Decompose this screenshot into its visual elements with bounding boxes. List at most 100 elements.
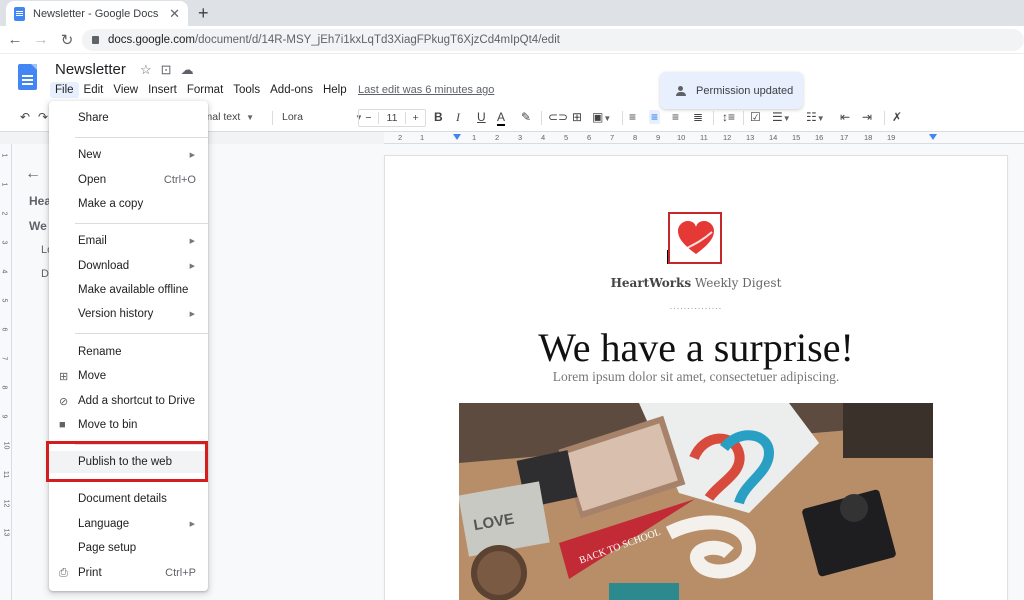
document-page[interactable]: HeartWorks Weekly Digest ...............… <box>385 156 1007 600</box>
menu-item-share[interactable]: Share <box>49 107 208 129</box>
menu-item-move[interactable]: ⊞ Move <box>49 365 208 387</box>
reload-icon[interactable]: ↻ <box>56 31 78 49</box>
ruler-number: 2 <box>398 133 403 142</box>
close-tab-icon[interactable]: ✕ <box>169 6 180 22</box>
ruler-number: 7 <box>0 356 8 361</box>
numbered-list-icon[interactable]: ☷▼ <box>806 110 825 124</box>
menu-format[interactable]: Format <box>182 82 228 98</box>
new-tab-button[interactable]: + <box>198 3 209 24</box>
undo-icon[interactable]: ↶ <box>20 110 30 124</box>
menu-item-email[interactable]: Email ▶ <box>49 230 208 252</box>
menu-file[interactable]: File <box>50 82 79 98</box>
checklist-icon[interactable]: ☑ <box>750 110 761 124</box>
heartworks-logo[interactable] <box>668 212 722 264</box>
clear-formatting-icon[interactable]: ✗ <box>892 110 902 124</box>
back-icon[interactable]: ← <box>4 31 26 48</box>
align-center-icon[interactable]: ≡ <box>649 110 661 124</box>
menu-view[interactable]: View <box>108 82 143 98</box>
last-edit-link[interactable]: Last edit was 6 minutes ago <box>358 84 494 96</box>
vertical-ruler[interactable]: 1 1 2 3 4 5 6 7 8 9 10 11 12 13 <box>0 144 12 600</box>
menu-insert[interactable]: Insert <box>143 82 182 98</box>
ruler-number: 2 <box>495 133 500 142</box>
underline-icon[interactable]: U <box>477 110 486 124</box>
menu-item-make-copy[interactable]: Make a copy <box>49 193 208 215</box>
menu-addons[interactable]: Add-ons <box>265 82 318 98</box>
menu-help[interactable]: Help <box>318 82 352 98</box>
comment-icon[interactable]: ⊞ <box>572 110 582 124</box>
outline-item[interactable]: D <box>41 268 49 280</box>
left-indent-marker[interactable] <box>453 134 461 140</box>
ruler-number: 6 <box>587 133 592 142</box>
increase-font-size-button[interactable]: + <box>406 112 425 124</box>
menu-item-version-history[interactable]: Version history ▶ <box>49 303 208 325</box>
redo-icon[interactable]: ↷ <box>38 110 48 124</box>
menu-tools[interactable]: Tools <box>228 82 265 98</box>
text-color-icon[interactable]: A <box>497 110 506 126</box>
menu-item-label: Open <box>78 174 107 186</box>
insert-image-icon[interactable]: ▣▼ <box>592 110 611 124</box>
address-bar-row: ← → ↻ docs.google.com/document/d/14R-MSY… <box>0 26 1024 54</box>
move-folder-icon[interactable]: ⊡ <box>161 62 172 78</box>
menu-item-open[interactable]: Open Ctrl+O <box>49 169 208 191</box>
menu-item-label: Print <box>78 567 102 579</box>
browser-tab[interactable]: Newsletter - Google Docs ✕ <box>6 1 188 26</box>
menu-bar: File Edit View Insert Format Tools Add-o… <box>50 82 352 98</box>
url-domain: docs.google.com <box>108 34 195 46</box>
menu-item-move-to-bin[interactable]: ■ Move to bin <box>49 414 208 436</box>
menu-item-add-shortcut[interactable]: ⊘ Add a shortcut to Drive <box>49 390 208 412</box>
horizontal-ruler[interactable]: 2 1 1 2 3 4 5 6 7 8 9 10 11 12 13 14 15 16 17 18 19 <box>384 132 1024 144</box>
menu-item-document-details[interactable]: Document details <box>49 488 208 510</box>
toolbar-divider <box>272 111 273 125</box>
menu-item-rename[interactable]: Rename <box>49 341 208 363</box>
italic-icon[interactable]: I <box>456 110 460 125</box>
hero-image[interactable]: LOVE BACK TO SCHOOL <box>459 403 933 600</box>
url-input[interactable]: docs.google.com/document/d/14R-MSY_jEh7i… <box>82 29 1024 51</box>
menu-divider <box>75 223 208 224</box>
caret-down-icon: ▼ <box>246 113 255 122</box>
menu-item-publish-to-web[interactable]: Publish to the web <box>49 451 208 473</box>
link-icon[interactable]: ⊂⊃ <box>548 110 568 124</box>
outline-item[interactable]: Hea <box>29 194 51 208</box>
align-left-icon[interactable]: ≡ <box>629 110 636 124</box>
docs-logo-icon[interactable] <box>18 64 37 90</box>
align-right-icon[interactable]: ≡ <box>672 110 679 124</box>
menu-item-label: Add a shortcut to Drive <box>78 395 195 407</box>
decrease-indent-icon[interactable]: ⇤ <box>840 110 850 124</box>
menu-edit[interactable]: Edit <box>79 82 109 98</box>
right-indent-marker[interactable] <box>929 134 937 140</box>
toast-text: Permission updated <box>696 84 794 97</box>
close-outline-icon[interactable]: ← <box>25 165 41 183</box>
ruler-number: 10 <box>2 441 10 450</box>
menu-item-offline[interactable]: Make available offline <box>49 279 208 301</box>
menu-item-page-setup[interactable]: Page setup <box>49 537 208 559</box>
toolbar-divider <box>884 111 885 125</box>
font-size-input[interactable]: 11 <box>377 112 407 124</box>
menu-item-download[interactable]: Download ▶ <box>49 255 208 277</box>
highlight-color-icon[interactable]: ✎ <box>521 110 531 124</box>
cloud-status-icon[interactable]: ☁ <box>181 62 194 78</box>
bold-icon[interactable]: B <box>434 110 443 124</box>
menu-item-label: Email <box>78 235 107 247</box>
ruler-number: 1 <box>0 182 8 187</box>
trash-icon: ■ <box>59 419 66 431</box>
paragraph-style-dropdown[interactable]: rmal text ▼ <box>200 111 254 123</box>
menu-item-new[interactable]: New ▶ <box>49 144 208 166</box>
ruler-number: 17 <box>840 133 849 142</box>
shortcut-label: Ctrl+O <box>163 174 196 186</box>
star-icon[interactable]: ☆ <box>140 62 152 78</box>
menu-item-language[interactable]: Language ▶ <box>49 513 208 535</box>
forward-icon[interactable]: → <box>30 31 52 48</box>
heart-icon <box>678 221 714 254</box>
person-icon <box>676 85 686 96</box>
increase-indent-icon[interactable]: ⇥ <box>862 110 872 124</box>
menu-item-print[interactable]: ⎙ Print Ctrl+P <box>49 562 208 584</box>
line-spacing-icon[interactable]: ↕≡ <box>722 110 735 124</box>
decrease-font-size-button[interactable]: − <box>359 112 378 124</box>
bulleted-list-icon[interactable]: ☰▼ <box>772 110 791 124</box>
outline-item[interactable]: We <box>29 219 47 233</box>
font-dropdown[interactable]: Lora ▼ <box>282 111 363 123</box>
ruler-number: 3 <box>518 133 523 142</box>
document-title[interactable]: Newsletter <box>55 61 126 78</box>
justify-icon[interactable]: ≣ <box>693 110 703 124</box>
ruler-number: 19 <box>887 133 896 142</box>
